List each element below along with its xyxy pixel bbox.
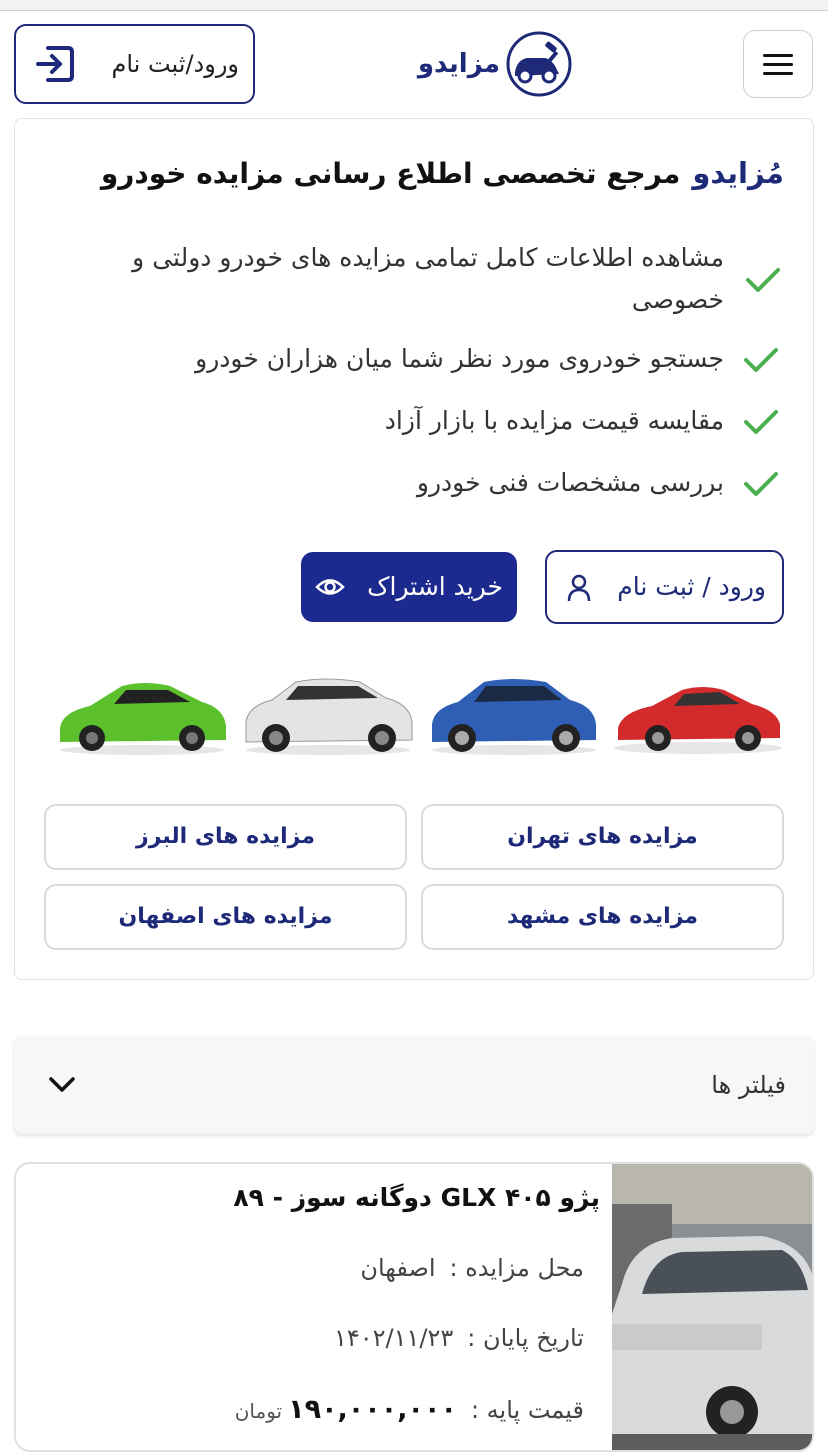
hero-login-label: ورود / ثبت نام [617, 572, 766, 601]
hero-tagline: مرجع تخصصی اطلاع رسانی مزایده خودرو [100, 157, 681, 190]
listing-location-row: محل مزایده : اصفهان [360, 1246, 584, 1290]
subscribe-label: خرید اشتراک [367, 572, 503, 601]
check-icon [744, 264, 782, 296]
end-date-value: ۱۴۰۲/۱۱/۲۳ [333, 1324, 454, 1352]
car-image-white [245, 678, 413, 755]
status-bar-edge [0, 0, 828, 11]
check-icon [742, 468, 780, 500]
feature-item: جستجو خودروی مورد نظر شما میان هزاران خو… [195, 344, 724, 373]
check-icon [742, 344, 780, 376]
logo-icon[interactable] [505, 30, 573, 98]
listing-end-date-row: تاریخ پایان : ۱۴۰۲/۱۱/۲۳ [334, 1316, 584, 1360]
hero-login-button[interactable]: ورود / ثبت نام [545, 550, 784, 624]
filters-accordion[interactable]: فیلتر ها [14, 1036, 814, 1134]
hero-brand: مُزایدو [692, 156, 784, 190]
check-icon [742, 406, 780, 438]
location-value: اصفهان [360, 1254, 436, 1282]
listing-title[interactable]: پژو GLX ۴۰۵ دوگانه سوز - ۸۹ [233, 1176, 600, 1220]
login-register-button[interactable]: ورود/ثبت نام [14, 24, 255, 104]
eye-icon [315, 579, 345, 595]
subscribe-button[interactable]: خرید اشتراک [301, 552, 517, 622]
base-price-label: قیمت پایه : [470, 1396, 584, 1424]
hero-title: مُزایدو مرجع تخصصی اطلاع رسانی مزایده خود… [101, 150, 784, 196]
currency-unit: تومان [234, 1399, 283, 1423]
hamburger-icon-line [763, 71, 793, 75]
filters-label: فیلتر ها [711, 1071, 786, 1099]
feature-item: مقایسه قیمت مزایده با بازار آزاد [384, 406, 724, 435]
user-icon [567, 574, 591, 602]
hamburger-icon [763, 53, 793, 57]
city-button-mashhad[interactable]: مزایده های مشهد [421, 884, 784, 950]
car-image-red [614, 687, 782, 754]
feature-item: بررسی مشخصات فنی خودرو [416, 468, 724, 497]
car-image-blue [432, 679, 596, 755]
feature-item: مشاهده اطلاعات کامل تمامی مزایده های خود… [132, 243, 724, 314]
end-date-label: تاریخ پایان : [467, 1324, 584, 1352]
city-button-tehran[interactable]: مزایده های تهران [421, 804, 784, 870]
sign-in-icon [36, 46, 74, 82]
city-button-isfahan[interactable]: مزایده های اصفهان [44, 884, 407, 950]
login-register-label: ورود/ثبت نام [111, 50, 239, 78]
location-label: محل مزایده : [449, 1254, 584, 1282]
listing-price-row: قیمت پایه : ۱۹۰,۰۰۰,۰۰۰تومان [235, 1388, 584, 1432]
car-photo [612, 1164, 812, 1450]
city-button-alborz[interactable]: مزایده های البرز [44, 804, 407, 870]
logo-text[interactable]: مزایدو [418, 42, 500, 86]
chevron-down-icon [49, 1077, 75, 1092]
car-image-green [60, 683, 226, 755]
base-price-value: ۱۹۰,۰۰۰,۰۰۰ [288, 1394, 457, 1425]
hamburger-icon-line [763, 62, 793, 66]
menu-button[interactable] [743, 30, 813, 98]
